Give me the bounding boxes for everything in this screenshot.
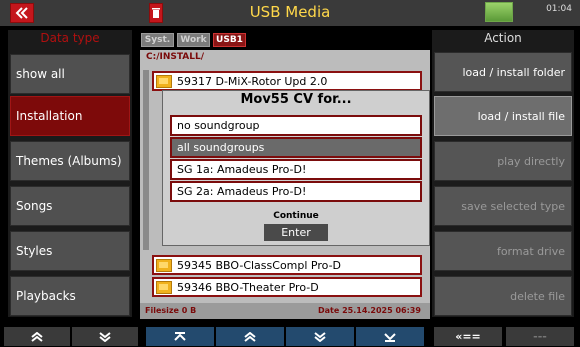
- tab-syst[interactable]: Syst.: [141, 33, 174, 47]
- double-chevron-left-icon: [15, 7, 28, 19]
- path-label: C:/INSTALL/: [146, 52, 205, 62]
- format-drive-button[interactable]: format drive: [434, 231, 572, 271]
- nav-empty[interactable]: ---: [506, 327, 574, 346]
- page-title: USB Media: [249, 3, 331, 21]
- scrollbar[interactable]: [143, 70, 149, 250]
- data-type-styles[interactable]: Styles: [10, 231, 130, 271]
- file-name: 59346 BBO-Theater Pro-D: [177, 280, 319, 294]
- load-install-file-button[interactable]: load / install file: [434, 96, 572, 136]
- clock: 01:04: [546, 4, 572, 14]
- folder-icon: [156, 74, 172, 88]
- delete-button[interactable]: [149, 3, 163, 23]
- option-sg-1a[interactable]: SG 1a: Amadeus Pro-D!: [170, 159, 422, 180]
- data-type-themes[interactable]: Themes (Albums): [10, 141, 130, 181]
- file-row[interactable]: 59345 BBO-ClassCompl Pro-D: [152, 255, 422, 275]
- tab-usb1[interactable]: USB1: [213, 33, 246, 47]
- option-no-soundgroup[interactable]: no soundgroup: [170, 115, 422, 136]
- file-name: 59317 D-MiX-Rotor Upd 2.0: [177, 74, 328, 88]
- double-chevron-down-icon: [314, 331, 326, 342]
- play-directly-button[interactable]: play directly: [434, 141, 572, 181]
- nav-back[interactable]: «==: [434, 327, 502, 346]
- action-heading: Action: [484, 31, 522, 45]
- disk-icon: [485, 2, 513, 22]
- nav-bottom[interactable]: [356, 327, 424, 346]
- nav-up-double[interactable]: [4, 327, 70, 346]
- continue-label: Continue: [273, 211, 319, 221]
- nav-page-up[interactable]: [216, 327, 284, 346]
- file-row[interactable]: 59346 BBO-Theater Pro-D: [152, 277, 422, 297]
- up-to-top-icon: [174, 331, 186, 341]
- double-chevron-up-icon: [31, 331, 43, 342]
- trash-icon: [152, 8, 160, 18]
- data-type-playbacks[interactable]: Playbacks: [10, 276, 130, 316]
- load-install-folder-button[interactable]: load / install folder: [434, 52, 572, 92]
- back-button[interactable]: [10, 3, 34, 23]
- save-selected-type-button[interactable]: save selected type: [434, 186, 572, 226]
- enter-button[interactable]: Enter: [264, 224, 328, 241]
- dialog-title: Mov55 CV for...: [240, 92, 352, 107]
- down-to-bottom-icon: [384, 332, 396, 342]
- option-sg-2a[interactable]: SG 2a: Amadeus Pro-D!: [170, 181, 422, 202]
- delete-file-button[interactable]: delete file: [434, 276, 572, 316]
- folder-icon: [156, 258, 172, 272]
- data-type-songs[interactable]: Songs: [10, 186, 130, 226]
- data-type-installation[interactable]: Installation: [10, 96, 130, 136]
- double-chevron-up-icon: [244, 331, 256, 342]
- file-row[interactable]: 59317 D-MiX-Rotor Upd 2.0: [152, 71, 422, 91]
- data-type-heading: Data type: [40, 31, 100, 45]
- filesize-label: Filesize 0 B: [145, 306, 197, 315]
- date-label: Date 25.14.2025 06:39: [318, 306, 421, 315]
- nav-top[interactable]: [146, 327, 214, 346]
- data-type-show-all[interactable]: show all: [10, 54, 130, 94]
- nav-page-down[interactable]: [286, 327, 354, 346]
- tab-work[interactable]: Work: [177, 33, 210, 47]
- option-all-soundgroups[interactable]: all soundgroups: [170, 137, 422, 158]
- double-chevron-down-icon: [99, 331, 111, 342]
- file-name: 59345 BBO-ClassCompl Pro-D: [177, 258, 342, 272]
- nav-down-double[interactable]: [72, 327, 138, 346]
- folder-icon: [156, 280, 172, 294]
